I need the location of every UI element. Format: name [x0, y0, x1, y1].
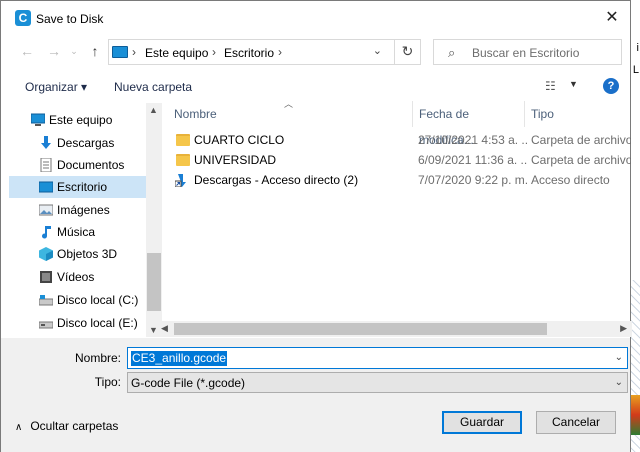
desktop-icon — [39, 181, 53, 193]
column-header-type[interactable]: Tipo — [525, 101, 632, 127]
file-date: 7/07/2020 9:22 p. m. — [418, 173, 528, 187]
file-date: 27/10/2021 4:53 a. ... — [418, 133, 528, 147]
title-bar[interactable]: C Save to Disk ✕ — [1, 1, 630, 35]
up-button[interactable]: ↑ — [85, 43, 105, 59]
file-type: Carpeta de archivos — [531, 153, 631, 167]
save-dialog: C Save to Disk ✕ ← → ⌄ ↑ › Este equipo ›… — [0, 0, 632, 452]
computer-icon — [112, 46, 128, 58]
file-name-field[interactable]: CE3_anillo.gcode ⌄ — [127, 347, 628, 369]
file-type-select[interactable]: G-code File (*.gcode) ⌄ — [127, 372, 628, 393]
pictures-icon — [39, 204, 53, 216]
file-name: CUARTO CICLO — [194, 133, 285, 147]
hide-folders-label: Ocultar carpetas — [30, 419, 119, 433]
forward-button[interactable]: → — [44, 43, 64, 59]
sidebar-item-label: Objetos 3D — [57, 247, 118, 261]
table-row[interactable]: UNIVERSIDAD 6/09/2021 11:36 a. ... Carpe… — [156, 150, 632, 170]
file-type: Carpeta de archivos — [531, 133, 631, 147]
computer-icon — [31, 113, 45, 126]
chevron-down-icon[interactable]: ⌄ — [373, 44, 382, 57]
sidebar-item-videos[interactable]: Vídeos — [9, 266, 146, 288]
chevron-down-icon[interactable]: ▼ — [569, 79, 578, 89]
app-icon: C — [15, 10, 31, 26]
file-type-value: G-code File (*.gcode) — [131, 376, 246, 390]
sidebar-item-label: Disco local (C:) — [57, 293, 139, 307]
window-title: Save to Disk — [36, 12, 104, 26]
column-header-name[interactable]: Nombre — [168, 101, 412, 127]
address-bar[interactable]: › Este equipo › Escritorio › ⌄ — [108, 39, 421, 65]
sidebar-item-label: Escritorio — [57, 180, 108, 194]
chevron-right-icon[interactable]: › — [212, 45, 216, 59]
save-button[interactable]: Guardar — [442, 411, 522, 434]
sidebar-item-disco-c[interactable]: Disco local (C:) — [9, 289, 146, 311]
refresh-button[interactable]: ↻ — [394, 39, 420, 65]
sidebar-item-imagenes[interactable]: Imágenes — [9, 199, 146, 221]
navigation-pane: Este equipo Descargas Documentos Escrito… — [9, 103, 162, 337]
file-name-label: Nombre: — [74, 351, 121, 365]
hide-folders-button[interactable]: ∧ Ocultar carpetas — [15, 419, 118, 433]
sidebar-item-label: Música — [57, 225, 96, 239]
folder-icon — [176, 154, 190, 166]
file-type: Acceso directo — [531, 173, 610, 187]
folder-icon — [176, 134, 190, 146]
toolbar: Organizar ▾ Nueva carpeta ☷ ▼ ? — [1, 73, 630, 101]
chevron-up-icon: ∧ — [15, 422, 23, 433]
sidebar-item-disco-e[interactable]: Disco local (E:) — [9, 312, 146, 334]
table-row[interactable]: CUARTO CICLO 27/10/2021 4:53 a. ... Carp… — [156, 130, 632, 150]
shortcut-icon — [175, 174, 186, 187]
sidebar-item-label: Descargas — [57, 136, 115, 150]
file-name-value[interactable]: CE3_anillo.gcode — [131, 351, 228, 366]
search-input[interactable]: ⌕ Buscar en Escritorio — [433, 39, 622, 65]
sidebar-item-este-equipo[interactable]: Este equipo — [9, 109, 146, 131]
music-icon — [42, 226, 51, 239]
back-button[interactable]: ← — [17, 43, 37, 59]
scrollbar-thumb[interactable] — [174, 323, 547, 335]
column-header-date[interactable]: Fecha de modifica... — [413, 101, 524, 147]
videos-icon — [40, 271, 52, 283]
chevron-right-icon[interactable]: › — [278, 45, 282, 59]
search-icon: ⌕ — [448, 45, 456, 60]
file-name: Descargas - Acceso directo (2) — [194, 173, 359, 187]
address-row: ← → ⌄ ↑ › Este equipo › Escritorio › ⌄ ↻… — [1, 37, 630, 67]
breadcrumb-escritorio[interactable]: Escritorio — [224, 46, 274, 60]
objects3d-icon — [39, 247, 53, 261]
chevron-down-icon[interactable]: ⌄ — [615, 377, 623, 388]
chevron-right-icon[interactable]: › — [132, 45, 136, 59]
sidebar-item-label: Este equipo — [49, 113, 113, 127]
sidebar-item-label: Vídeos — [57, 270, 95, 284]
horizontal-scrollbar[interactable]: ◀ ▶ — [156, 321, 632, 337]
file-type-label: Tipo: — [94, 375, 121, 389]
file-date: 6/09/2021 11:36 a. ... — [418, 153, 528, 167]
drive-icon — [39, 295, 53, 306]
sidebar-item-label: Documentos — [57, 158, 125, 172]
file-list: ︿ Nombre Fecha de modifica... Tipo CUART… — [156, 99, 632, 337]
new-folder-button[interactable]: Nueva carpeta — [114, 80, 192, 94]
breadcrumb-este-equipo[interactable]: Este equipo — [145, 46, 208, 60]
recent-dropdown-icon[interactable]: ⌄ — [64, 46, 84, 57]
scroll-right-icon[interactable]: ▶ — [620, 323, 627, 334]
sidebar-item-label: Imágenes — [57, 203, 110, 217]
chevron-down-icon[interactable]: ⌄ — [615, 352, 623, 363]
sidebar-item-descargas[interactable]: Descargas — [9, 132, 146, 154]
close-button[interactable]: ✕ — [598, 5, 626, 31]
file-name: UNIVERSIDAD — [194, 153, 277, 167]
help-icon[interactable]: ? — [603, 78, 619, 94]
sidebar-item-objetos-3d[interactable]: Objetos 3D — [9, 243, 146, 265]
table-row[interactable]: Descargas - Acceso directo (2) 7/07/2020… — [156, 170, 632, 190]
scroll-left-icon[interactable]: ◀ — [161, 323, 168, 334]
view-options-icon[interactable]: ☷ — [545, 79, 556, 93]
document-icon — [40, 158, 52, 172]
organize-button[interactable]: Organizar ▾ — [25, 80, 87, 94]
cancel-button[interactable]: Cancelar — [536, 411, 616, 434]
background-text: i — [636, 42, 639, 54]
sidebar-item-label: Disco local (E:) — [57, 316, 138, 330]
sidebar-item-documentos[interactable]: Documentos — [9, 154, 146, 176]
save-form: Nombre: CE3_anillo.gcode ⌄ Tipo: G-code … — [1, 338, 630, 452]
drive-icon — [39, 321, 53, 329]
sidebar-item-escritorio[interactable]: Escritorio — [9, 176, 146, 198]
background-text: L — [632, 64, 639, 76]
download-icon — [41, 136, 51, 149]
search-placeholder: Buscar en Escritorio — [472, 46, 580, 60]
sidebar-item-musica[interactable]: Música — [9, 221, 146, 243]
